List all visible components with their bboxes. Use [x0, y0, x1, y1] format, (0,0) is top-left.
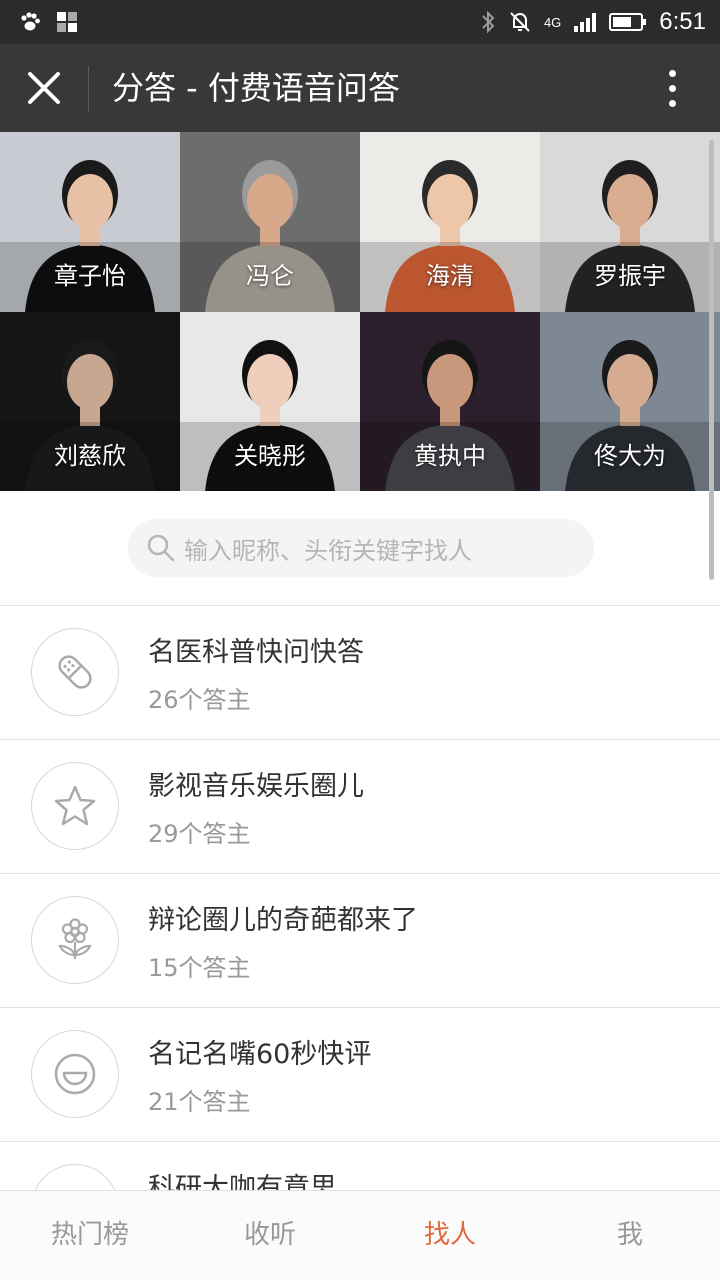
smile-icon — [54, 1053, 96, 1095]
category-title: 名记名嘴60秒快评 — [148, 1039, 372, 1070]
list-item[interactable]: 名记名嘴60秒快评 21个答主 — [0, 1008, 720, 1142]
category-count: 29个答主 — [148, 820, 251, 848]
close-icon — [28, 72, 60, 104]
bandage-icon — [58, 655, 92, 689]
celebrity-card[interactable]: 罗振宇 — [540, 132, 720, 312]
search-placeholder: 输入昵称、头衔关键字找人 — [184, 536, 472, 565]
status-bar: 4G 6:51 — [0, 0, 720, 44]
category-title: 辩论圈儿的奇葩都来了 — [148, 905, 418, 936]
apps-icon — [56, 11, 78, 33]
close-button[interactable] — [22, 66, 66, 110]
celebrity-card[interactable]: 关晓彤 — [180, 312, 360, 491]
mute-icon — [508, 10, 532, 34]
star-icon — [54, 785, 96, 826]
scrollbar[interactable] — [709, 140, 714, 580]
network-label: 4G — [543, 14, 562, 30]
category-count: 15个答主 — [148, 954, 251, 982]
flower-icon — [58, 918, 92, 959]
celebrity-grid: 章子怡 冯仑 海清 罗振宇 刘慈欣 关晓彤 黄执中 佟大为 — [0, 132, 720, 491]
page-title: 分答 - 付费语音问答 — [112, 69, 400, 107]
celebrity-name: 海清 — [426, 262, 474, 290]
signal-icon — [573, 11, 597, 33]
category-count: 26个答主 — [148, 686, 251, 714]
celebrity-card[interactable]: 黄执中 — [360, 312, 540, 491]
category-icon-circle — [31, 628, 119, 716]
tab-hot-list[interactable]: 热门榜 — [0, 1191, 180, 1280]
celebrity-card[interactable]: 冯仑 — [180, 132, 360, 312]
celebrity-name: 刘慈欣 — [54, 442, 126, 470]
celebrity-name: 罗振宇 — [594, 262, 666, 290]
celebrity-name: 章子怡 — [54, 262, 126, 290]
category-list: 名医科普快问快答 26个答主 影视音乐娱乐圈儿 29个答主 辩论圈儿的奇葩都来了… — [0, 606, 720, 1276]
celebrity-name: 黄执中 — [414, 442, 486, 470]
celebrity-name: 冯仑 — [246, 262, 294, 290]
search-area: 输入昵称、头衔关键字找人 — [0, 491, 720, 606]
bluetooth-icon — [480, 10, 496, 34]
list-item[interactable]: 名医科普快问快答 26个答主 — [0, 606, 720, 740]
category-icon-circle — [31, 1030, 119, 1118]
search-icon — [147, 534, 175, 562]
celebrity-name: 关晓彤 — [234, 442, 306, 470]
tab-me[interactable]: 我 — [540, 1191, 720, 1280]
search-input[interactable]: 输入昵称、头衔关键字找人 — [128, 519, 594, 577]
celebrity-card[interactable]: 海清 — [360, 132, 540, 312]
celebrity-card[interactable]: 章子怡 — [0, 132, 180, 312]
list-item[interactable]: 影视音乐娱乐圈儿 29个答主 — [0, 740, 720, 874]
more-vertical-icon — [668, 69, 676, 77]
tab-listen[interactable]: 收听 — [180, 1191, 360, 1280]
title-divider — [88, 66, 89, 112]
category-icon-circle — [31, 896, 119, 984]
celebrity-name: 佟大为 — [594, 442, 666, 470]
category-count: 21个答主 — [148, 1088, 251, 1116]
tab-find-people[interactable]: 找人 — [360, 1191, 540, 1280]
battery-icon — [609, 11, 647, 33]
list-item[interactable]: 辩论圈儿的奇葩都来了 15个答主 — [0, 874, 720, 1008]
bottom-tab-bar: 热门榜 收听 找人 我 — [0, 1190, 720, 1280]
celebrity-card[interactable]: 刘慈欣 — [0, 312, 180, 491]
more-menu-button[interactable] — [660, 66, 684, 110]
title-bar: 分答 - 付费语音问答 — [0, 44, 720, 132]
category-title: 名医科普快问快答 — [148, 637, 364, 668]
category-title: 影视音乐娱乐圈儿 — [148, 771, 364, 802]
clock: 6:51 — [659, 8, 706, 35]
category-icon-circle — [31, 762, 119, 850]
celebrity-card[interactable]: 佟大为 — [540, 312, 720, 491]
paw-icon — [18, 10, 42, 34]
